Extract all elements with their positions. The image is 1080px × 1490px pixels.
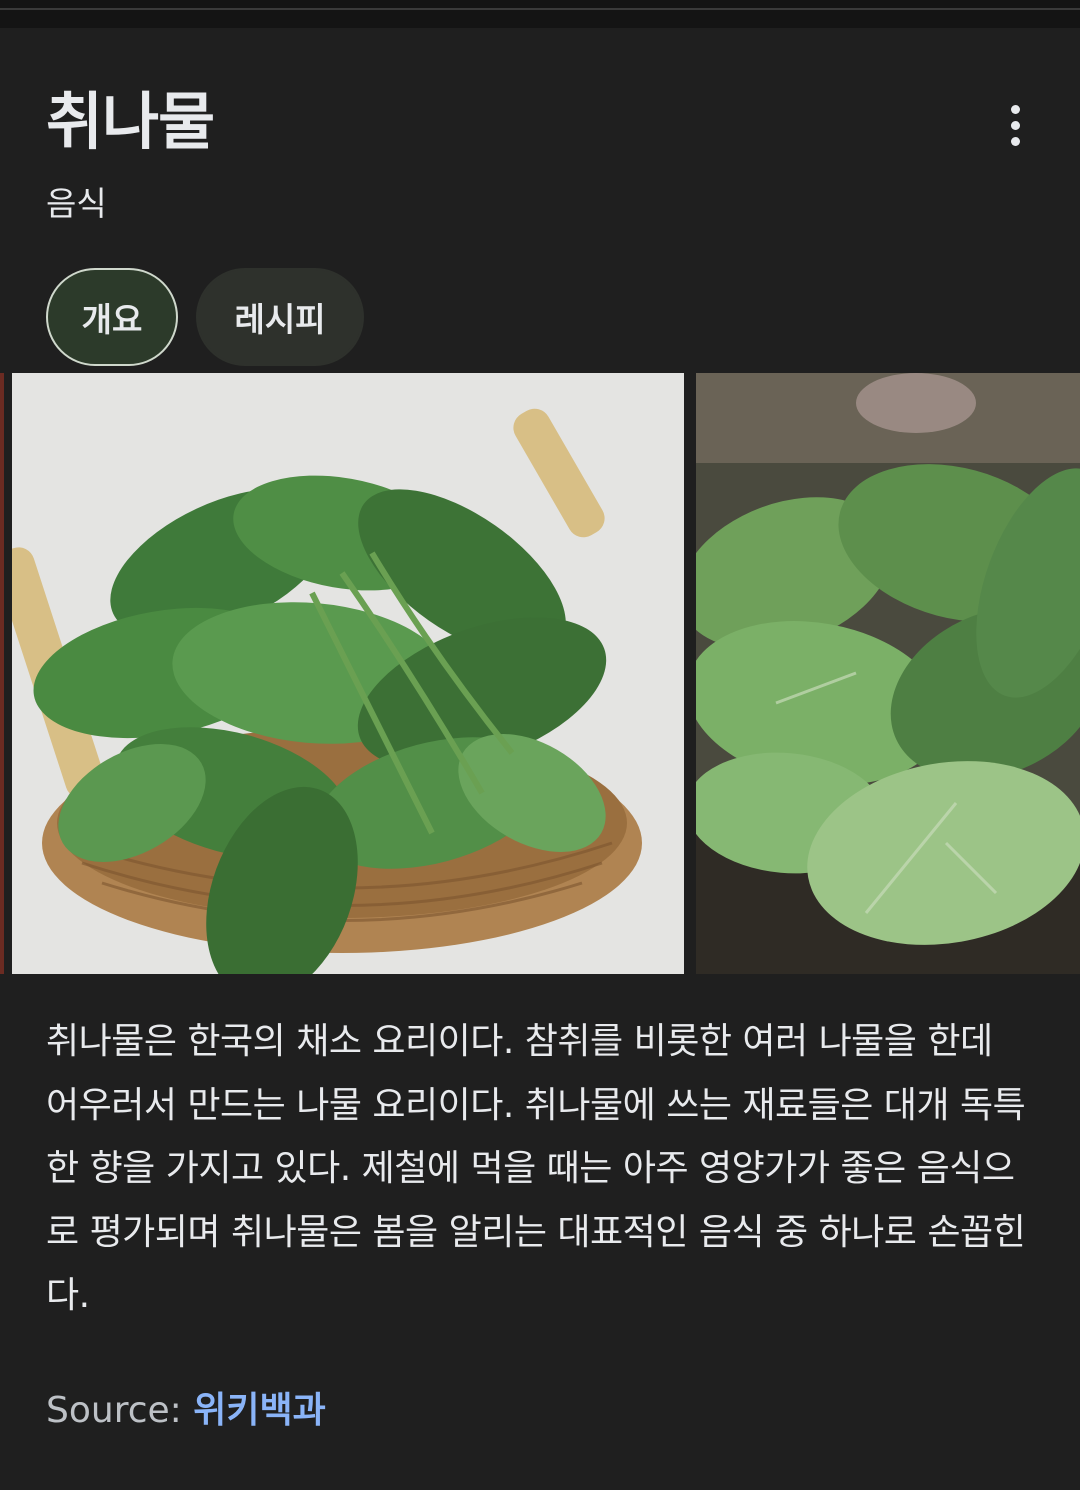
page-title: 취나물 xyxy=(46,85,215,158)
page-subtitle: 음식 xyxy=(46,184,107,223)
tab-recipe[interactable]: 레시피 xyxy=(196,268,364,366)
tab-chips: 개요 레시피 xyxy=(46,268,364,366)
description-text: 취나물은 한국의 채소 요리이다. 참취를 비롯한 여러 나물을 한데 어우러서… xyxy=(46,1021,1026,1316)
more-vert-icon-dot xyxy=(1010,120,1020,130)
greens-in-basket-image[interactable] xyxy=(12,373,684,974)
image-gallery[interactable] xyxy=(0,373,1080,974)
top-bar xyxy=(0,0,1080,28)
more-vert-icon-dot xyxy=(1010,136,1020,146)
partial-image-edge[interactable] xyxy=(0,373,4,974)
more-options-button[interactable] xyxy=(990,100,1040,150)
source-label: Source: xyxy=(46,1390,182,1431)
greens-growing-image[interactable] xyxy=(696,373,1080,974)
top-divider xyxy=(0,8,1080,10)
source-line: Source: 위키백과 xyxy=(46,1386,326,1436)
source-link[interactable]: 위키백과 xyxy=(193,1390,325,1431)
more-vert-icon xyxy=(1010,104,1020,114)
tab-overview[interactable]: 개요 xyxy=(46,268,178,366)
